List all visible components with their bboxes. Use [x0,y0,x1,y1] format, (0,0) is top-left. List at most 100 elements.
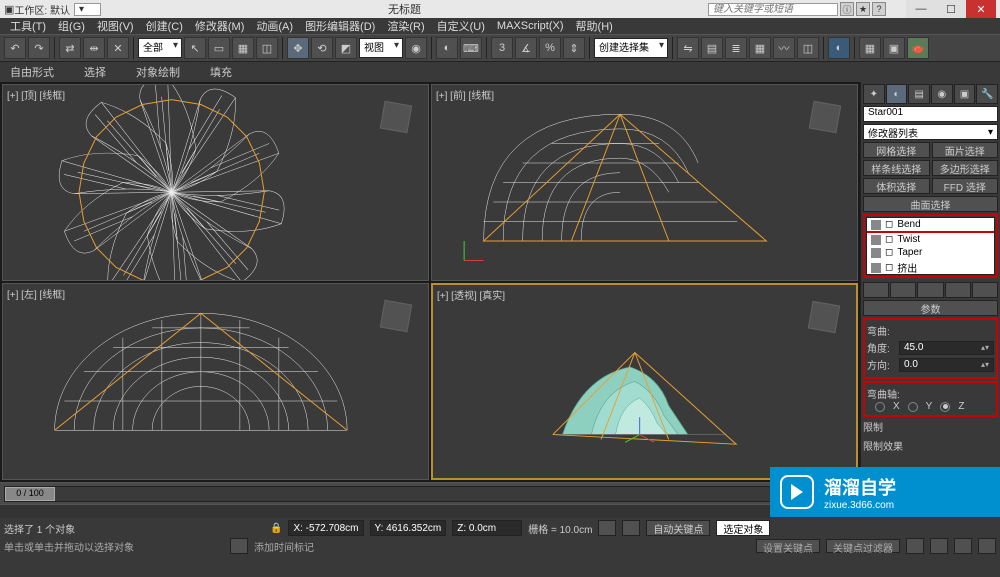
help-icon[interactable]: ? [872,2,886,16]
viewport-top[interactable]: [+] [顶] [线框] [2,84,429,281]
align-button[interactable]: ▤ [701,37,723,59]
coord-y[interactable]: Y: 4616.352cm [370,520,447,536]
menu-maxscript[interactable]: MAXScript(X) [497,20,564,32]
ribbon-toggle-button[interactable]: ▦ [749,37,771,59]
select-name-button[interactable]: ▭ [208,37,230,59]
info-icon[interactable]: ⓘ [840,2,854,16]
pivot-button[interactable]: ◉ [405,37,427,59]
ribbon-fill[interactable]: 填充 [210,64,232,80]
nav-orbit-button[interactable] [954,538,972,554]
nav-pan-button[interactable] [906,538,924,554]
hierarchy-tab[interactable]: ▤ [908,84,930,104]
workspace-dropdown[interactable]: ▾ [74,3,101,16]
patch-select-button[interactable]: 面片选择 [932,142,999,158]
render-setup-button[interactable]: ▦ [859,37,881,59]
window-crossing-button[interactable]: ◫ [256,37,278,59]
mirror-button[interactable]: ⇋ [677,37,699,59]
window-close-button[interactable]: ✕ [966,0,996,18]
ribbon-select[interactable]: 选择 [84,64,106,80]
modifier-extrude[interactable]: ◻ 挤出 [867,259,994,275]
menu-render[interactable]: 渲染(R) [387,18,424,34]
selection-filter-dropdown[interactable]: 全部 [138,38,182,58]
menu-create[interactable]: 创建(C) [146,18,183,34]
utilities-tab[interactable]: 🔧 [976,84,998,104]
ribbon-freeform[interactable]: 自由形式 [10,64,54,80]
curve-editor-button[interactable]: 〰 [773,37,795,59]
unlink-button[interactable]: ⇹ [83,37,105,59]
viewport-left[interactable]: [+] [左] [线框] [2,283,429,480]
menu-anim[interactable]: 动画(A) [256,18,293,34]
autokey-button[interactable]: 自动关键点 [646,520,710,536]
keymode-button[interactable]: ⌨ [460,37,482,59]
modifier-twist[interactable]: ◻ Twist [867,233,994,246]
redo-button[interactable]: ↷ [28,37,50,59]
keymode-dropdown[interactable]: 选定对象 [716,520,770,536]
help-search-input[interactable] [708,3,838,16]
ffd-select-button[interactable]: FFD 选择 [932,178,999,194]
surf-select-button[interactable]: 曲面选择 [863,196,998,212]
modifier-list-dropdown[interactable]: 修改器列表▾ [863,124,998,140]
menu-grapheditor[interactable]: 图形编辑器(D) [305,18,375,34]
viewport-perspective[interactable]: [+] [透视] [真实] [431,283,858,480]
scale-button[interactable]: ◩ [335,37,357,59]
render-button[interactable]: 🫖 [907,37,929,59]
create-tab[interactable]: ✦ [863,84,885,104]
params-rollout-header[interactable]: 参数 [863,300,998,316]
key-button[interactable] [622,520,640,536]
layer-button[interactable]: ≣ [725,37,747,59]
object-name-field[interactable]: Star001 [863,106,998,122]
undo-button[interactable]: ↶ [4,37,26,59]
addtime-label[interactable]: 添加时间标记 [254,539,314,554]
eye-icon[interactable] [871,235,881,245]
manipulate-button[interactable]: ◐ [436,37,458,59]
axis-x-radio[interactable] [875,402,885,412]
menu-modifier[interactable]: 修改器(M) [195,18,245,34]
schematic-button[interactable]: ◫ [797,37,819,59]
modify-tab[interactable]: ◐ [886,84,908,104]
nav-maximize-button[interactable] [978,538,996,554]
refcoord-dropdown[interactable]: 视图 [359,38,403,58]
keyfilter-button[interactable]: 关键点过滤器 [826,539,900,553]
menu-tools[interactable]: 工具(T) [10,18,46,34]
viewport-front[interactable]: [+] [前] [线框] [431,84,858,281]
selection-set-dropdown[interactable]: 创建选择集 [594,38,668,58]
eye-icon[interactable] [871,248,881,258]
vol-select-button[interactable]: 体积选择 [863,178,930,194]
poly-select-button[interactable]: 多边形选择 [932,160,999,176]
display-tab[interactable]: ▣ [954,84,976,104]
modifier-taper[interactable]: ◻ Taper [867,246,994,259]
modifier-bend[interactable]: ◻ Bend [867,218,994,233]
spinner-snap-button[interactable]: ⇕ [563,37,585,59]
select-region-button[interactable]: ▦ [232,37,254,59]
script-listener-button[interactable] [230,538,248,554]
select-button[interactable]: ↖ [184,37,206,59]
angle-snap-button[interactable]: ∡ [515,37,537,59]
spline-select-button[interactable]: 样条线选择 [863,160,930,176]
window-minimize-button[interactable]: — [906,0,936,18]
viewport-persp-label[interactable]: [+] [透视] [真实] [437,287,505,302]
menu-view[interactable]: 视图(V) [97,18,134,34]
rotate-button[interactable]: ⟲ [311,37,333,59]
axis-y-radio[interactable] [908,402,918,412]
remove-mod-button[interactable] [945,282,971,298]
menu-help[interactable]: 帮助(H) [576,18,613,34]
time-slider-handle[interactable]: 0 / 100 [5,487,55,501]
playback-start-button[interactable] [598,520,616,536]
coord-x[interactable]: X: -572.708cm [288,520,363,536]
nav-zoom-button[interactable] [930,538,948,554]
mesh-select-button[interactable]: 网格选择 [863,142,930,158]
modifier-stack[interactable]: ◻ Bend ◻ Twist ◻ Taper ◻ 挤出 [866,217,995,275]
window-maximize-button[interactable]: ☐ [936,0,966,18]
eye-icon[interactable] [871,220,881,230]
bind-button[interactable]: ✕ [107,37,129,59]
unique-button[interactable] [917,282,943,298]
pin-stack-button[interactable] [863,282,889,298]
viewport-top-label[interactable]: [+] [顶] [线框] [7,87,65,102]
setkey-button[interactable]: 设置关键点 [756,539,820,553]
configure-button[interactable] [972,282,998,298]
show-end-button[interactable] [890,282,916,298]
render-frame-button[interactable]: ▣ [883,37,905,59]
direction-spinner[interactable]: 0.0▴▾ [899,358,994,372]
menu-group[interactable]: 组(G) [58,18,85,34]
move-button[interactable]: ✥ [287,37,309,59]
